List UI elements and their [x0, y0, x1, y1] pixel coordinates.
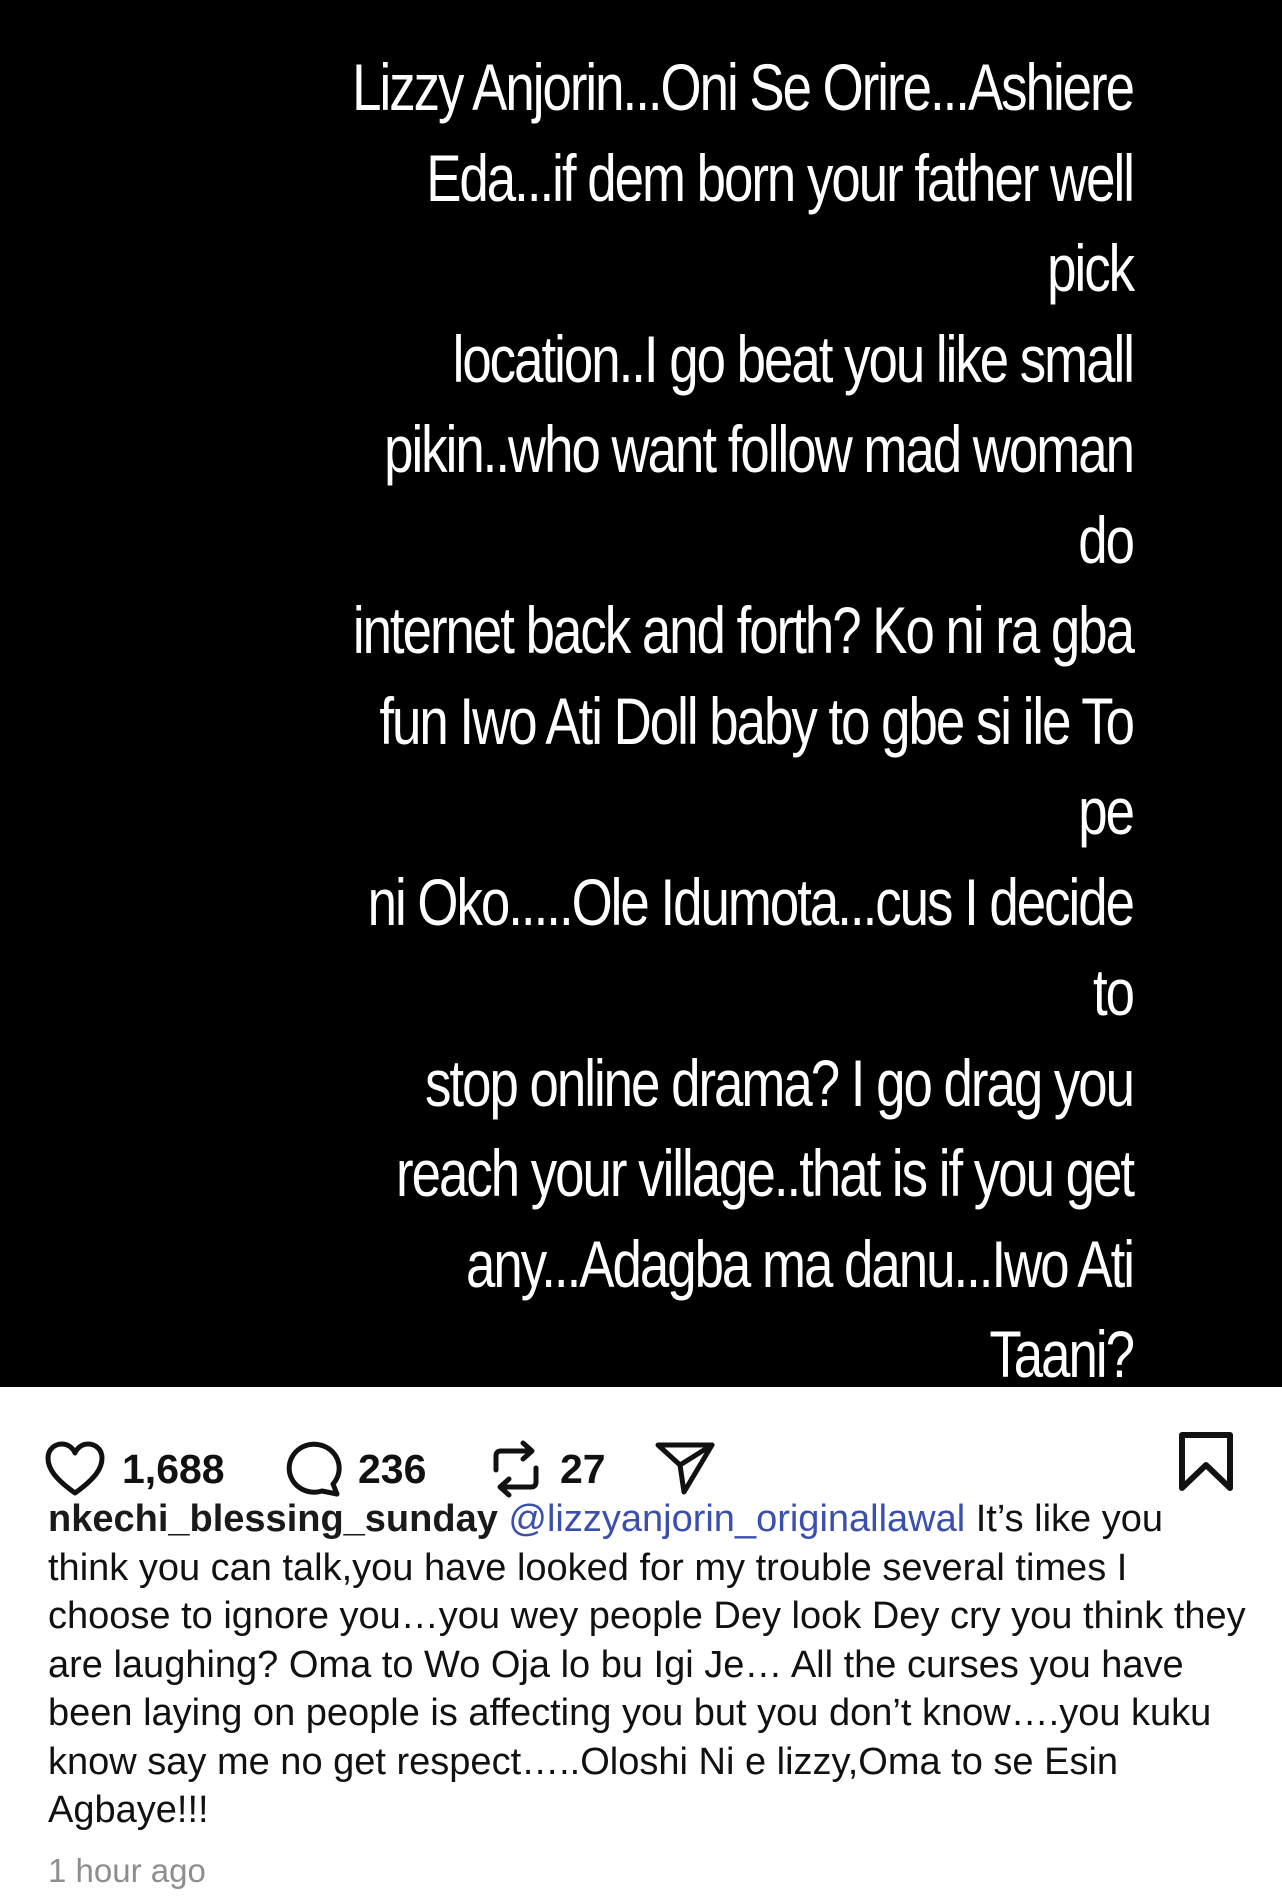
like-count: 1,688 — [122, 1445, 225, 1492]
post-timestamp: 1 hour ago — [48, 1852, 206, 1889]
share-button[interactable] — [654, 1437, 716, 1501]
send-icon — [654, 1440, 716, 1498]
caption-text: It’s like you think you can talk,you hav… — [48, 1498, 1246, 1831]
repost-count: 27 — [560, 1445, 606, 1492]
post-caption: nkechi_blessing_sunday @lizzyanjorin_ori… — [48, 1495, 1248, 1835]
caption-mention[interactable]: @lizzyanjorin_originallawal — [508, 1498, 965, 1540]
caption-username[interactable]: nkechi_blessing_sunday — [48, 1498, 498, 1540]
repost-icon — [488, 1438, 544, 1500]
post-image[interactable]: Lizzy Anjorin...Oni Se Orire...Ashiere E… — [0, 0, 1282, 1482]
repost-button[interactable]: 27 — [488, 1437, 606, 1501]
heart-icon — [44, 1440, 106, 1498]
comment-button[interactable]: 236 — [282, 1437, 426, 1501]
comment-icon — [282, 1440, 342, 1498]
post-quote-text: Lizzy Anjorin...Oni Se Orire...Ashiere E… — [352, 50, 1135, 1482]
like-button[interactable]: 1,688 — [44, 1437, 225, 1501]
save-button[interactable] — [1176, 1431, 1236, 1498]
comment-count: 236 — [358, 1445, 427, 1492]
